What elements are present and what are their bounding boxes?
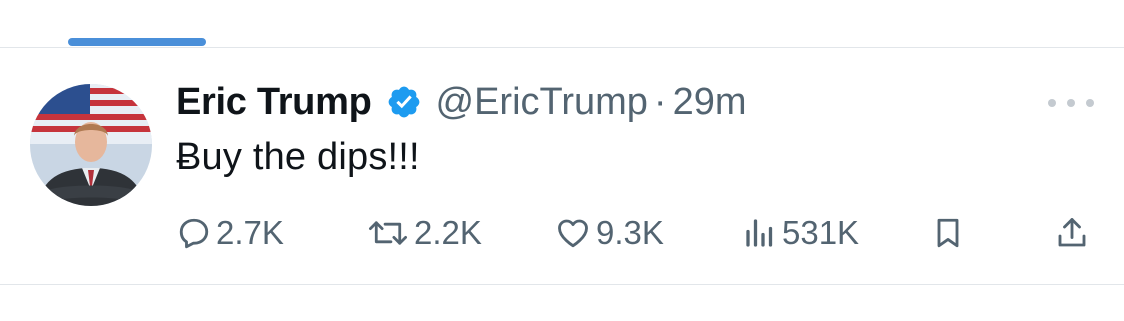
views-button[interactable]: 531K — [742, 212, 859, 254]
tweet-actions: 2.7K 2.2K 9.3K 531K — [176, 212, 1096, 254]
reply-count: 2.7K — [216, 214, 284, 251]
more-options-icon[interactable] — [1048, 96, 1094, 110]
share-icon — [1054, 215, 1090, 251]
reply-button[interactable]: 2.7K — [176, 212, 284, 254]
active-tab-indicator — [68, 38, 206, 46]
repost-icon — [366, 215, 410, 251]
repost-count: 2.2K — [414, 214, 482, 251]
bookmark-icon — [930, 215, 966, 251]
repost-button[interactable]: 2.2K — [366, 212, 482, 254]
separator-dot: · — [653, 80, 667, 123]
author-name[interactable]: Eric Trump — [176, 81, 372, 124]
tweet[interactable]: Eric Trump @EricTrump · 29m Ƀuy the dips… — [0, 48, 1124, 285]
timestamp[interactable]: 29m — [673, 81, 747, 124]
verified-badge-icon — [386, 84, 422, 120]
tab-strip — [0, 0, 1124, 48]
tweet-text: Ƀuy the dips!!! — [176, 136, 420, 178]
heart-icon — [554, 215, 592, 251]
views-count: 531K — [782, 214, 860, 251]
reply-icon — [176, 215, 212, 251]
avatar[interactable] — [30, 84, 152, 206]
like-button[interactable]: 9.3K — [554, 212, 664, 254]
like-count: 9.3K — [596, 214, 664, 251]
views-chart-icon — [742, 215, 778, 251]
share-button[interactable] — [1054, 212, 1090, 254]
bookmark-button[interactable] — [930, 212, 966, 254]
tweet-header: Eric Trump @EricTrump · 29m — [176, 80, 746, 124]
author-handle[interactable]: @EricTrump — [436, 81, 648, 124]
